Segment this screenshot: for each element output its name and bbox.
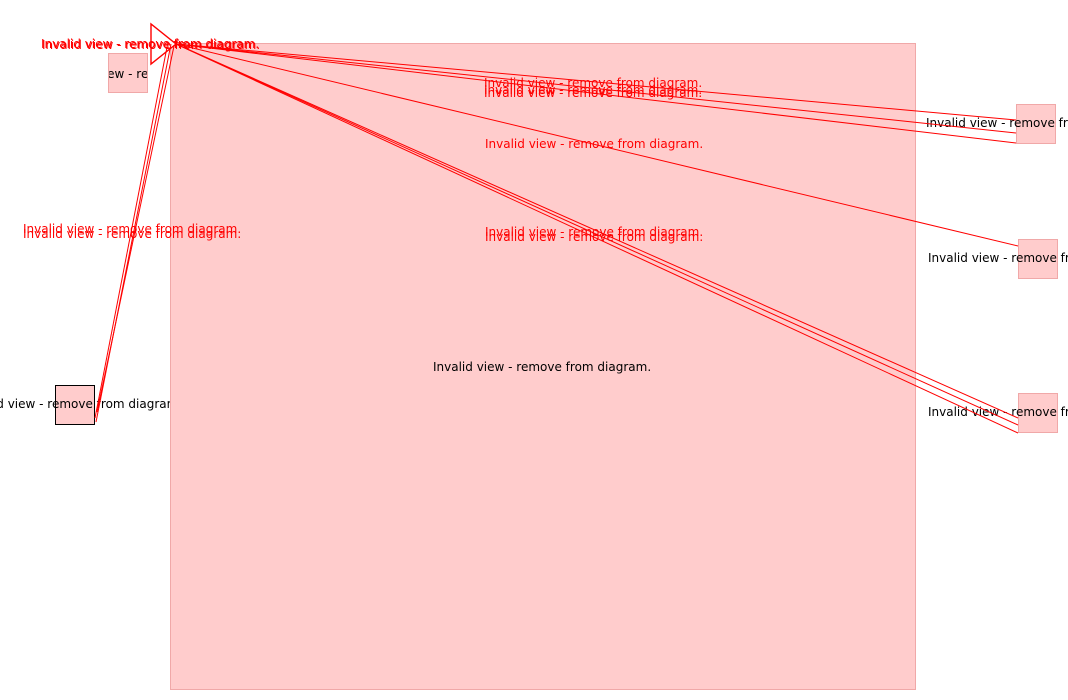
node-label-clip: Invalid view - remove from diagram. [928,251,1068,267]
node-label: Invalid view - remove from diagram. [0,397,170,411]
edge-label: Invalid view - remove from diagram. [485,137,704,151]
node-label-clip: Invalid view - remove from diagram. [928,405,1068,421]
edge-label: Invalid view - remove from diagram. [42,38,261,52]
diagram-canvas[interactable]: Invalid view - remove from diagram. Inva… [0,0,1068,700]
node-label-clip: Invalid view - remove from diagram. [0,397,170,413]
node-label: Invalid view - remove from diagram. [433,360,652,374]
node-label: Invalid view - remove from diagram. [926,116,1068,130]
node-label: Invalid view - remove from diagram. [928,251,1068,265]
edge-label: Invalid view - remove from diagram. [23,227,242,241]
node-label: Invalid view - remove from diagram. [108,67,148,81]
diagram-node-small-top-left[interactable]: Invalid view - remove from diagram. [108,53,148,93]
node-label-clip: Invalid view - remove from diagram. [926,116,1068,132]
node-label: Invalid view - remove from diagram. [928,405,1068,419]
edge-label: Invalid view - remove from diagram. [485,230,704,244]
edge-label: Invalid view - remove from diagram. [484,86,703,100]
